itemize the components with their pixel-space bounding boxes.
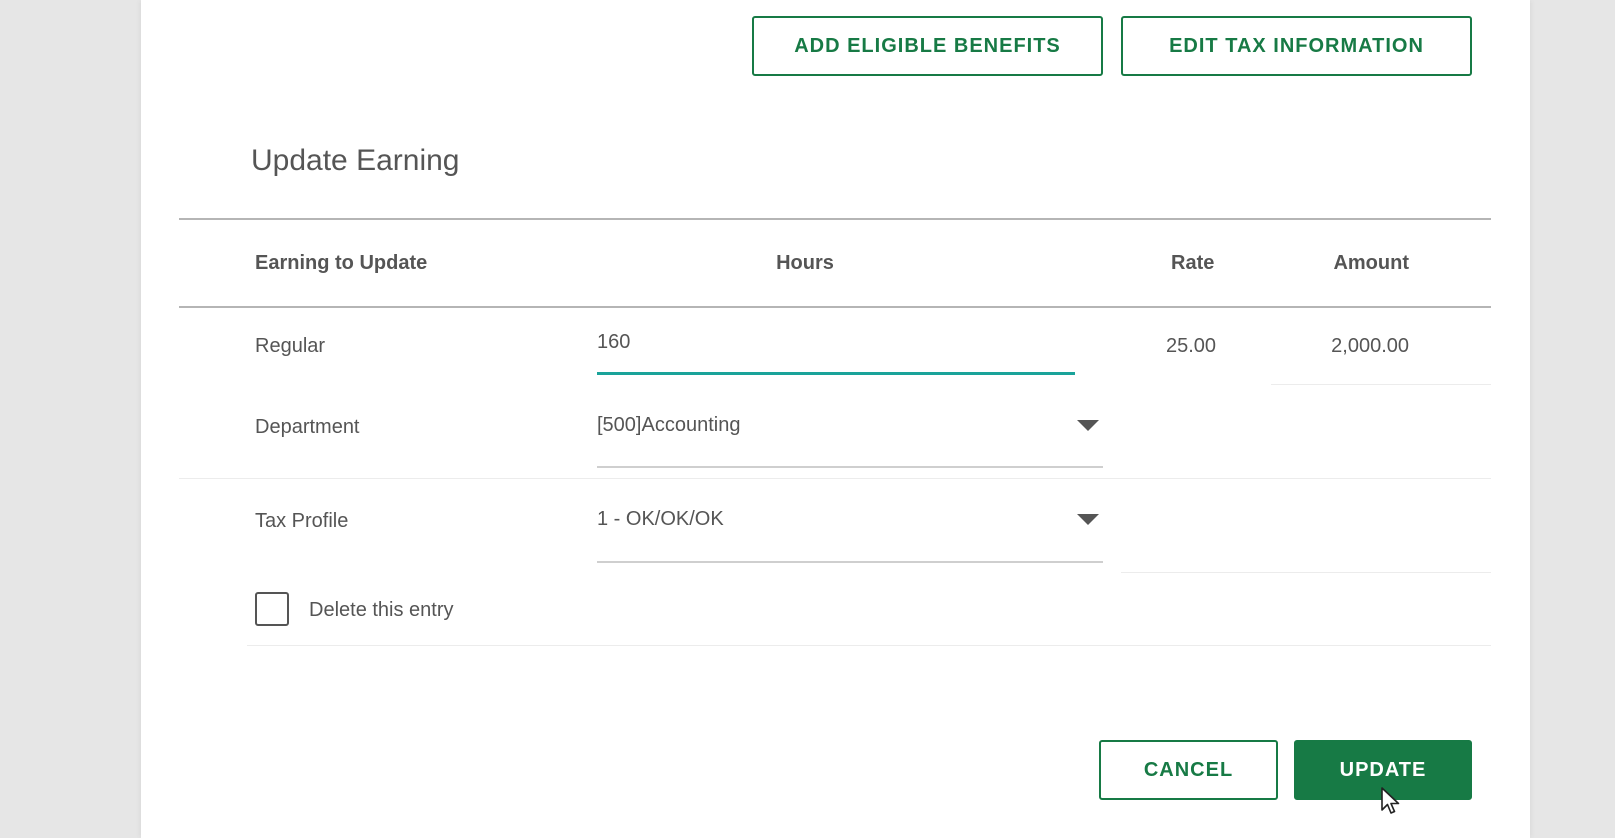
tax-profile-select-underline [597,561,1103,563]
department-select-underline [597,466,1103,468]
header-bottom-divider [179,306,1491,308]
tax-profile-divider [1121,572,1491,573]
cancel-button[interactable]: CANCEL [1099,740,1278,800]
update-earning-dialog: ADD ELIGIBLE BENEFITS EDIT TAX INFORMATI… [141,0,1530,838]
caret-down-icon[interactable] [1077,420,1099,431]
add-eligible-benefits-button[interactable]: ADD ELIGIBLE BENEFITS [752,16,1103,76]
delete-entry-divider [247,645,1491,646]
department-select[interactable]: [500]Accounting [597,414,740,437]
hours-input[interactable]: 160 [597,331,630,354]
tax-profile-label: Tax Profile [255,510,349,532]
column-header-hours: Hours [776,252,834,274]
hours-input-underline [597,372,1075,375]
header-top-divider [179,218,1491,220]
delete-entry-label[interactable]: Delete this entry [309,599,454,622]
department-divider [179,478,1491,479]
page-title: Update Earning [251,144,460,177]
caret-down-icon[interactable] [1077,514,1099,525]
mouse-pointer-icon [1381,787,1400,814]
amount-value: 2,000.00 [1331,335,1409,357]
column-header-earning: Earning to Update [255,252,428,274]
earning-label: Regular [255,335,326,357]
row-divider [1271,384,1491,385]
edit-tax-information-button[interactable]: EDIT TAX INFORMATION [1121,16,1472,76]
rate-value: 25.00 [1166,335,1217,357]
delete-entry-checkbox[interactable] [255,592,289,626]
column-header-amount: Amount [1333,252,1409,274]
tax-profile-select[interactable]: 1 - OK/OK/OK [597,508,724,531]
department-label: Department [255,416,360,438]
column-header-rate: Rate [1171,252,1215,274]
